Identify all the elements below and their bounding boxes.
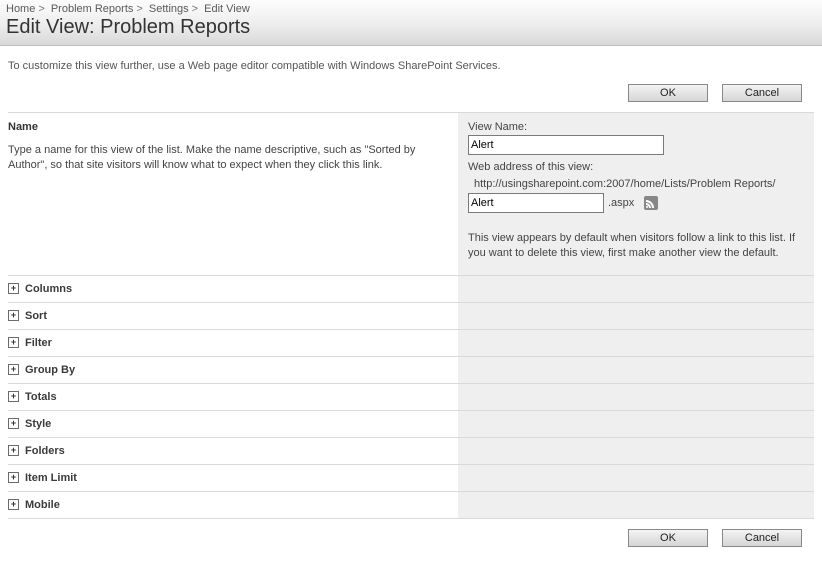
expand-icon[interactable]: +: [8, 418, 19, 429]
breadcrumb: Home> Problem Reports> Settings> Edit Vi…: [0, 0, 822, 15]
bottom-button-row: OK Cancel: [0, 519, 822, 557]
style-section-body: [458, 411, 814, 437]
expand-icon[interactable]: +: [8, 472, 19, 483]
web-address-suffix: .aspx: [608, 197, 634, 209]
name-heading: Name: [8, 121, 438, 143]
breadcrumb-link-home[interactable]: Home: [6, 3, 35, 15]
page-title: Edit View: Problem Reports: [0, 15, 822, 45]
style-section[interactable]: + Style: [8, 411, 814, 438]
cancel-button-top[interactable]: Cancel: [722, 84, 802, 102]
totals-section-label: Totals: [25, 391, 57, 403]
view-name-input[interactable]: [468, 135, 664, 155]
default-view-note: This view appears by default when visito…: [468, 231, 800, 261]
itemlimit-section-label: Item Limit: [25, 472, 77, 484]
totals-section-header[interactable]: + Totals: [8, 385, 458, 409]
name-section: Name Type a name for this view of the li…: [8, 113, 814, 276]
sort-section[interactable]: + Sort: [8, 303, 814, 330]
itemlimit-section-header[interactable]: + Item Limit: [8, 466, 458, 490]
name-section-left: Name Type a name for this view of the li…: [8, 113, 458, 275]
filter-section-header[interactable]: + Filter: [8, 331, 458, 355]
cancel-button-bottom[interactable]: Cancel: [722, 529, 802, 547]
expand-icon[interactable]: +: [8, 499, 19, 510]
filter-section[interactable]: + Filter: [8, 330, 814, 357]
breadcrumb-link-settings[interactable]: Settings: [149, 3, 189, 15]
name-description: Type a name for this view of the list. M…: [8, 143, 438, 173]
web-address-prefix: http://usingsharepoint.com:2007/home/Lis…: [468, 175, 800, 193]
rss-icon[interactable]: [644, 196, 658, 210]
settings-panel: Name Type a name for this view of the li…: [8, 112, 814, 519]
name-section-right: View Name: Web address of this view: htt…: [458, 113, 814, 275]
view-name-label: View Name:: [468, 121, 800, 133]
columns-section[interactable]: + Columns: [8, 276, 814, 303]
groupby-section[interactable]: + Group By: [8, 357, 814, 384]
groupby-section-header[interactable]: + Group By: [8, 358, 458, 382]
breadcrumb-current: Edit View: [204, 3, 250, 15]
mobile-section[interactable]: + Mobile: [8, 492, 814, 518]
columns-section-header[interactable]: + Columns: [8, 277, 458, 301]
intro-text: To customize this view further, use a We…: [0, 46, 822, 78]
sort-section-body: [458, 303, 814, 329]
itemlimit-section[interactable]: + Item Limit: [8, 465, 814, 492]
sort-section-header[interactable]: + Sort: [8, 304, 458, 328]
itemlimit-section-body: [458, 465, 814, 491]
expand-icon[interactable]: +: [8, 364, 19, 375]
filter-section-body: [458, 330, 814, 356]
columns-section-body: [458, 276, 814, 302]
folders-section[interactable]: + Folders: [8, 438, 814, 465]
web-address-file-input[interactable]: [468, 193, 604, 213]
groupby-section-body: [458, 357, 814, 383]
header-band: Home> Problem Reports> Settings> Edit Vi…: [0, 0, 822, 46]
web-address-label: Web address of this view:: [468, 161, 800, 173]
top-button-row: OK Cancel: [0, 78, 822, 112]
expand-icon[interactable]: +: [8, 337, 19, 348]
totals-section[interactable]: + Totals: [8, 384, 814, 411]
totals-section-body: [458, 384, 814, 410]
mobile-section-label: Mobile: [25, 499, 60, 511]
folders-section-label: Folders: [25, 445, 65, 457]
expand-icon[interactable]: +: [8, 283, 19, 294]
filter-section-label: Filter: [25, 337, 52, 349]
ok-button-top[interactable]: OK: [628, 84, 708, 102]
mobile-section-body: [458, 492, 814, 518]
expand-icon[interactable]: +: [8, 310, 19, 321]
ok-button-bottom[interactable]: OK: [628, 529, 708, 547]
breadcrumb-link-list[interactable]: Problem Reports: [51, 3, 134, 15]
style-section-label: Style: [25, 418, 51, 430]
expand-icon[interactable]: +: [8, 445, 19, 456]
folders-section-body: [458, 438, 814, 464]
expand-icon[interactable]: +: [8, 391, 19, 402]
sort-section-label: Sort: [25, 310, 47, 322]
columns-section-label: Columns: [25, 283, 72, 295]
folders-section-header[interactable]: + Folders: [8, 439, 458, 463]
mobile-section-header[interactable]: + Mobile: [8, 493, 458, 517]
style-section-header[interactable]: + Style: [8, 412, 458, 436]
groupby-section-label: Group By: [25, 364, 75, 376]
